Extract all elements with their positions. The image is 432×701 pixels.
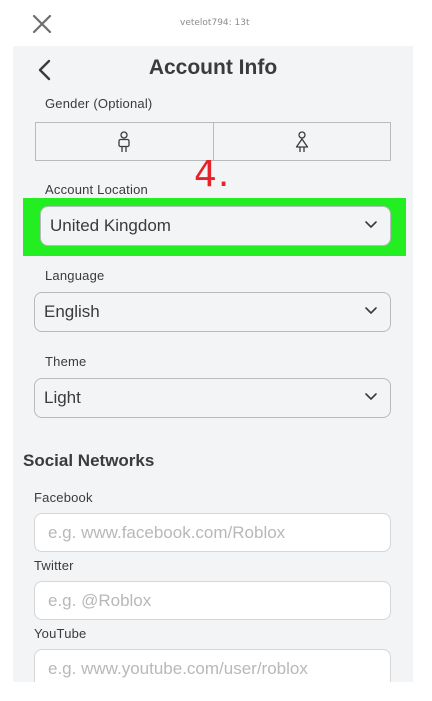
theme-select[interactable]: Light — [34, 378, 391, 418]
chevron-down-icon — [365, 307, 377, 314]
theme-label: Theme — [45, 354, 87, 369]
page-title: Account Info — [148, 56, 278, 79]
youtube-label: YouTube — [34, 626, 87, 641]
chevron-down-icon — [365, 393, 377, 400]
close-icon[interactable] — [28, 10, 56, 38]
theme-value: Light — [44, 388, 81, 407]
language-label: Language — [45, 268, 105, 283]
account-location-select[interactable]: United Kingdom — [40, 206, 391, 246]
social-networks-heading: Social Networks — [23, 451, 155, 470]
account-info-panel: Account Info Gender (Optional) 4. Accoun… — [13, 46, 413, 682]
youtube-input[interactable] — [34, 649, 391, 682]
facebook-input[interactable] — [34, 513, 391, 552]
male-icon — [118, 130, 130, 152]
step-annotation: 4. — [194, 154, 231, 195]
gender-label: Gender (Optional) — [45, 96, 153, 111]
twitter-label: Twitter — [34, 558, 74, 573]
twitter-input[interactable] — [34, 581, 391, 620]
language-value: English — [44, 302, 100, 321]
top-bar: vetelot794: 13t — [0, 0, 432, 46]
facebook-label: Facebook — [34, 490, 93, 505]
chevron-down-icon — [365, 221, 377, 228]
account-location-value: United Kingdom — [50, 216, 171, 235]
top-username: vetelot794: 13t — [180, 18, 250, 28]
gender-female-button[interactable] — [212, 123, 391, 160]
gender-male-button[interactable] — [36, 123, 213, 160]
language-select[interactable]: English — [34, 292, 391, 332]
account-location-label: Account Location — [45, 182, 148, 197]
female-icon — [295, 130, 308, 152]
